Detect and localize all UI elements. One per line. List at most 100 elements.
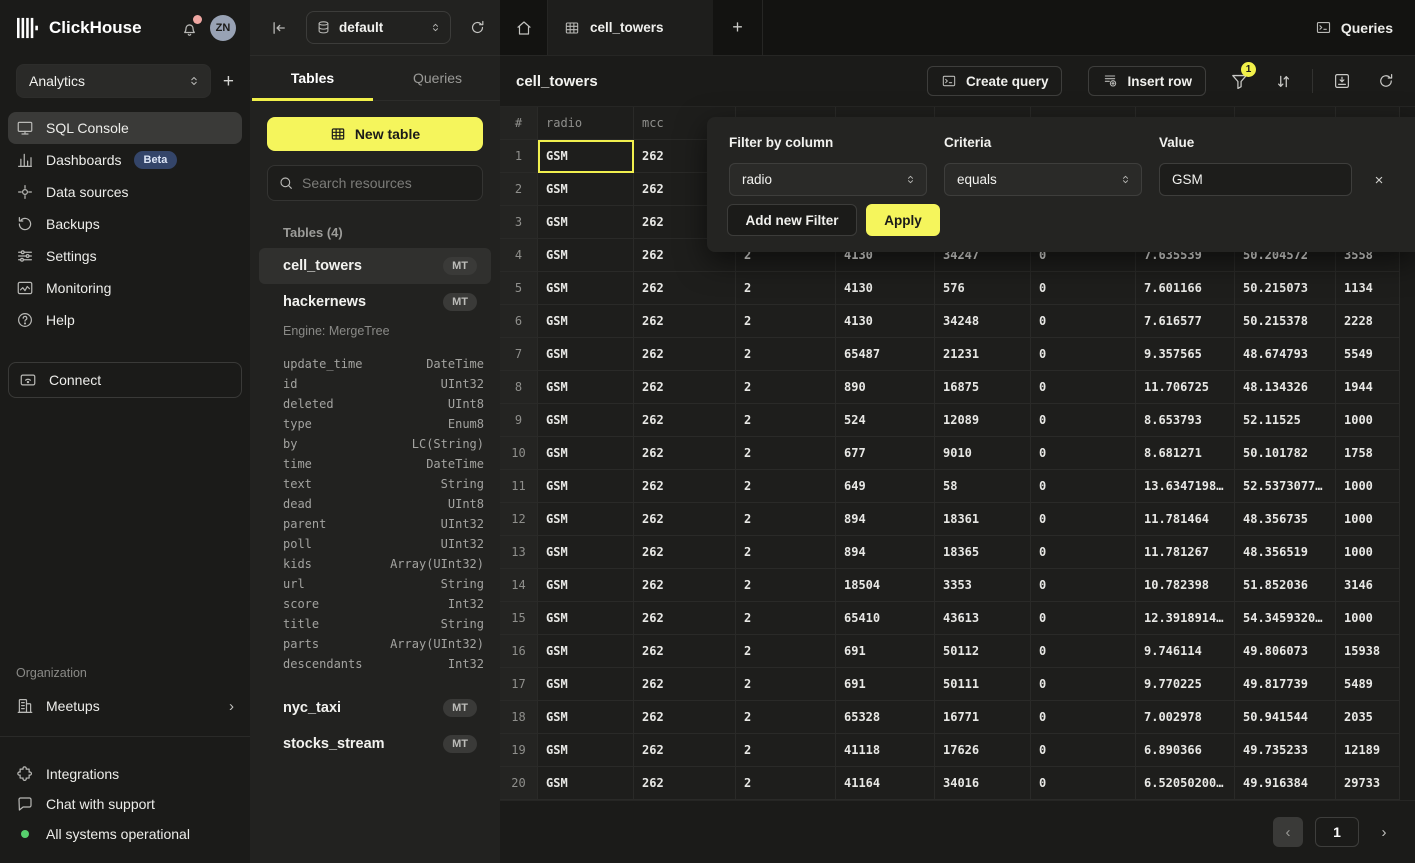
sidebar-item-data-sources[interactable]: Data sources (8, 176, 242, 208)
cell[interactable]: 10.782398 (1136, 569, 1235, 602)
cell[interactable]: 2 (736, 701, 836, 734)
cell[interactable]: 262 (634, 272, 736, 305)
cell[interactable]: 2 (736, 503, 836, 536)
create-query-button[interactable]: Create query (927, 66, 1063, 96)
cell[interactable]: GSM (538, 701, 634, 734)
cell[interactable]: 49.817739 (1235, 668, 1336, 701)
cell[interactable]: 7.601166 (1136, 272, 1235, 305)
cell[interactable]: 12.3918914… (1136, 602, 1235, 635)
tab-queries[interactable]: Queries (375, 56, 500, 100)
sidebar-item-settings[interactable]: Settings (8, 240, 242, 272)
connect-button[interactable]: Connect (8, 362, 242, 398)
cell[interactable]: 11.781267 (1136, 536, 1235, 569)
cell[interactable]: 7.002978 (1136, 701, 1235, 734)
cell[interactable]: 890 (836, 371, 935, 404)
cell[interactable]: 0 (1031, 503, 1136, 536)
cell[interactable]: 0 (1031, 701, 1136, 734)
cell[interactable]: GSM (538, 602, 634, 635)
cell[interactable]: 2 (736, 470, 836, 503)
cell[interactable]: 262 (634, 536, 736, 569)
cell[interactable]: 48.674793 (1235, 338, 1336, 371)
cell[interactable]: 1000 (1336, 536, 1400, 569)
cell[interactable]: GSM (538, 404, 634, 437)
sidebar-item-monitoring[interactable]: Monitoring (8, 272, 242, 304)
cell[interactable]: 262 (634, 305, 736, 338)
sidebar-item-sql-console[interactable]: SQL Console (8, 112, 242, 144)
cell[interactable]: 21231 (935, 338, 1031, 371)
cell[interactable]: GSM (538, 503, 634, 536)
cell[interactable]: 262 (634, 503, 736, 536)
cell[interactable]: 58 (935, 470, 1031, 503)
home-tab-button[interactable] (500, 0, 548, 55)
cell[interactable]: 0 (1031, 272, 1136, 305)
cell[interactable]: 1134 (1336, 272, 1400, 305)
cell[interactable]: 0 (1031, 470, 1136, 503)
row-number-header[interactable]: # (500, 107, 538, 140)
workspace-select[interactable]: Analytics (16, 64, 211, 98)
cell[interactable]: 1000 (1336, 470, 1400, 503)
new-tab-button[interactable]: + (713, 0, 763, 55)
cell[interactable]: 2 (736, 536, 836, 569)
cell[interactable]: 1758 (1336, 437, 1400, 470)
cell[interactable]: 6.890366 (1136, 734, 1235, 767)
search-input[interactable] (302, 175, 483, 191)
cell[interactable]: 65410 (836, 602, 935, 635)
cell[interactable]: GSM (538, 338, 634, 371)
cell[interactable]: 262 (634, 470, 736, 503)
cell[interactable]: 41164 (836, 767, 935, 800)
cell[interactable]: 54.3459320… (1235, 602, 1336, 635)
cell[interactable]: 2 (736, 305, 836, 338)
cell[interactable]: 48.134326 (1235, 371, 1336, 404)
cell[interactable]: 50.215378 (1235, 305, 1336, 338)
tab-cell-towers[interactable]: cell_towers (548, 0, 713, 55)
avatar[interactable]: ZN (210, 15, 236, 41)
cell[interactable]: GSM (538, 668, 634, 701)
sidebar-item-integrations[interactable]: Integrations (0, 759, 250, 789)
download-button[interactable] (1327, 66, 1357, 96)
cell[interactable]: 0 (1031, 635, 1136, 668)
cell[interactable]: GSM (538, 635, 634, 668)
cell[interactable]: 9.357565 (1136, 338, 1235, 371)
cell[interactable]: 2 (736, 404, 836, 437)
notifications-button[interactable] (176, 15, 202, 41)
table-item-nyc-taxi[interactable]: nyc_taxi MT (259, 690, 491, 726)
cell[interactable]: 1000 (1336, 503, 1400, 536)
cell[interactable]: 11.706725 (1136, 371, 1235, 404)
cell[interactable]: 48.356735 (1235, 503, 1336, 536)
cell[interactable]: 894 (836, 536, 935, 569)
next-page-button[interactable]: › (1371, 817, 1397, 847)
cell[interactable]: 65328 (836, 701, 935, 734)
cell[interactable]: 50.215073 (1235, 272, 1336, 305)
cell[interactable]: 52.5373077… (1235, 470, 1336, 503)
cell[interactable]: 2035 (1336, 701, 1400, 734)
filter-criteria-select[interactable]: equals (944, 163, 1142, 196)
cell[interactable]: 5489 (1336, 668, 1400, 701)
cell[interactable]: 1000 (1336, 602, 1400, 635)
queries-button[interactable]: Queries (1293, 0, 1415, 55)
cell[interactable]: 17626 (935, 734, 1031, 767)
add-workspace-button[interactable]: + (223, 72, 234, 91)
cell[interactable]: 8.653793 (1136, 404, 1235, 437)
cell[interactable]: 262 (634, 734, 736, 767)
cell[interactable]: 12089 (935, 404, 1031, 437)
cell[interactable]: 18365 (935, 536, 1031, 569)
cell[interactable]: 43613 (935, 602, 1031, 635)
cell[interactable]: 262 (634, 668, 736, 701)
cell[interactable]: 2 (736, 668, 836, 701)
cell[interactable]: 15938 (1336, 635, 1400, 668)
cell[interactable]: 524 (836, 404, 935, 437)
table-item-cell-towers[interactable]: cell_towers MT (259, 248, 491, 284)
cell[interactable]: GSM (538, 536, 634, 569)
cell[interactable]: 0 (1031, 734, 1136, 767)
cell[interactable]: 262 (634, 767, 736, 800)
cell[interactable]: 29733 (1336, 767, 1400, 800)
apply-filter-button[interactable]: Apply (866, 204, 940, 236)
cell[interactable]: 49.735233 (1235, 734, 1336, 767)
sidebar-item-backups[interactable]: Backups (8, 208, 242, 240)
cell[interactable]: GSM (538, 569, 634, 602)
sidebar-item-help[interactable]: Help (8, 304, 242, 336)
cell[interactable]: 13.6347198… (1136, 470, 1235, 503)
cell[interactable]: 691 (836, 668, 935, 701)
cell[interactable]: 262 (634, 371, 736, 404)
cell[interactable]: 3353 (935, 569, 1031, 602)
